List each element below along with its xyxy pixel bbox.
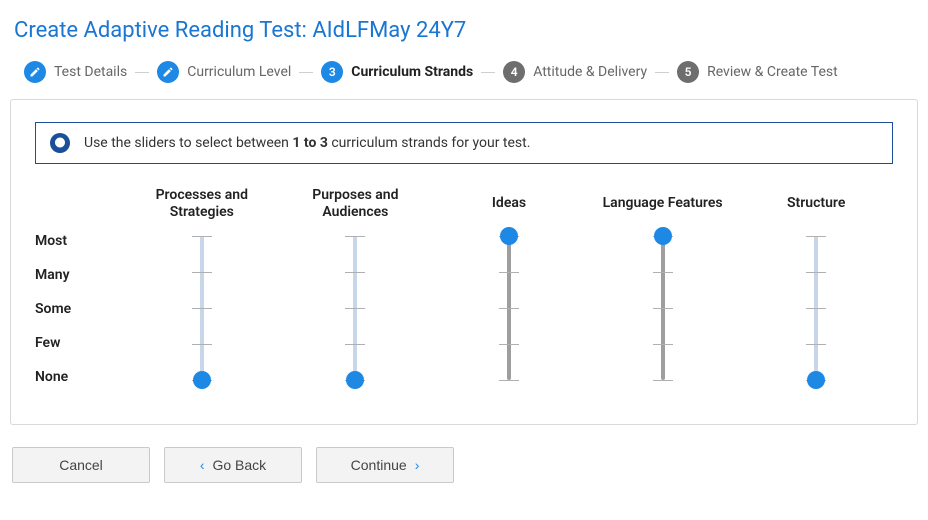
stepper: Test Details Curriculum Level 3 Curricul… bbox=[10, 61, 918, 99]
info-message: Use the sliders to select between 1 to 3… bbox=[35, 122, 893, 164]
slider-tick bbox=[345, 344, 365, 345]
pencil-icon bbox=[157, 61, 179, 83]
step-review-create[interactable]: 5 Review & Create Test bbox=[677, 61, 838, 83]
step-number-icon: 3 bbox=[321, 61, 343, 83]
step-label: Review & Create Test bbox=[707, 64, 838, 80]
action-bar: Cancel ‹ Go Back Continue › bbox=[10, 447, 918, 483]
info-suffix: curriculum strands for your test. bbox=[328, 135, 531, 151]
step-connector bbox=[655, 72, 669, 73]
step-curriculum-strands[interactable]: 3 Curriculum Strands bbox=[321, 61, 473, 83]
step-curriculum-level[interactable]: Curriculum Level bbox=[157, 61, 291, 83]
slider-tick bbox=[653, 344, 673, 345]
step-connector bbox=[299, 72, 313, 73]
step-label: Curriculum Strands bbox=[351, 64, 473, 80]
strand-column: Structure bbox=[739, 184, 893, 388]
strands-panel: Use the sliders to select between 1 to 3… bbox=[10, 99, 918, 425]
strand-label: Structure bbox=[781, 184, 851, 224]
slider-thumb[interactable] bbox=[654, 227, 672, 245]
pencil-icon bbox=[24, 61, 46, 83]
slider-tick bbox=[192, 272, 212, 273]
strand-column: Processes and Strategies bbox=[125, 184, 279, 388]
cancel-button[interactable]: Cancel bbox=[12, 447, 150, 483]
strand-slider[interactable] bbox=[739, 228, 893, 388]
scale-label-none: None bbox=[35, 369, 121, 385]
strand-slider[interactable] bbox=[432, 228, 586, 388]
strand-column: Language Features bbox=[586, 184, 740, 388]
slider-tick bbox=[499, 272, 519, 273]
strand-slider[interactable] bbox=[586, 228, 740, 388]
slider-tick bbox=[653, 308, 673, 309]
slider-tick bbox=[806, 344, 826, 345]
info-prefix: Use the sliders to select between bbox=[84, 135, 292, 151]
step-label: Curriculum Level bbox=[187, 64, 291, 80]
strand-label: Language Features bbox=[597, 184, 729, 224]
slider-tick bbox=[192, 344, 212, 345]
strand-label: Purposes and Audiences bbox=[279, 184, 433, 224]
slider-tick bbox=[345, 308, 365, 309]
slider-tick bbox=[806, 308, 826, 309]
info-bold: 1 to 3 bbox=[292, 135, 327, 151]
slider-tick bbox=[806, 236, 826, 237]
cancel-label: Cancel bbox=[59, 457, 103, 473]
slider-tick bbox=[653, 272, 673, 273]
chevron-right-icon: › bbox=[415, 457, 420, 473]
step-number-icon: 5 bbox=[677, 61, 699, 83]
strand-column: Purposes and Audiences bbox=[279, 184, 433, 388]
slider-tick bbox=[499, 380, 519, 381]
scale-label-some: Some bbox=[35, 301, 121, 317]
slider-tick bbox=[499, 344, 519, 345]
slider-thumb[interactable] bbox=[193, 371, 211, 389]
slider-tick bbox=[499, 308, 519, 309]
step-connector bbox=[135, 72, 149, 73]
scale-label-most: Most bbox=[35, 233, 121, 249]
slider-tick bbox=[192, 308, 212, 309]
slider-tick bbox=[345, 272, 365, 273]
strand-slider[interactable] bbox=[279, 228, 433, 388]
chevron-left-icon: ‹ bbox=[200, 457, 205, 473]
step-number-icon: 4 bbox=[503, 61, 525, 83]
slider-tick bbox=[345, 236, 365, 237]
slider-tick bbox=[192, 236, 212, 237]
slider-thumb[interactable] bbox=[807, 371, 825, 389]
slider-thumb[interactable] bbox=[346, 371, 364, 389]
continue-button[interactable]: Continue › bbox=[316, 447, 454, 483]
info-icon bbox=[50, 133, 70, 153]
go-back-label: Go Back bbox=[212, 457, 266, 473]
page-title: Create Adaptive Reading Test: AIdLFMay 2… bbox=[10, 12, 918, 61]
step-attitude-delivery[interactable]: 4 Attitude & Delivery bbox=[503, 61, 647, 83]
strand-label: Processes and Strategies bbox=[125, 184, 279, 224]
slider-tick bbox=[806, 272, 826, 273]
slider-thumb[interactable] bbox=[500, 227, 518, 245]
info-text: Use the sliders to select between 1 to 3… bbox=[84, 135, 530, 151]
scale-label-few: Few bbox=[35, 335, 121, 351]
step-connector bbox=[481, 72, 495, 73]
strand-label: Ideas bbox=[486, 184, 532, 224]
scale-axis: Most Many Some Few None bbox=[35, 184, 125, 394]
sliders-grid: Most Many Some Few None Processes and St… bbox=[35, 184, 893, 394]
step-test-details[interactable]: Test Details bbox=[24, 61, 127, 83]
continue-label: Continue bbox=[351, 457, 407, 473]
step-label: Test Details bbox=[54, 64, 127, 80]
slider-tick bbox=[653, 380, 673, 381]
strand-slider[interactable] bbox=[125, 228, 279, 388]
go-back-button[interactable]: ‹ Go Back bbox=[164, 447, 302, 483]
step-label: Attitude & Delivery bbox=[533, 64, 647, 80]
strand-column: Ideas bbox=[432, 184, 586, 388]
scale-label-many: Many bbox=[35, 267, 121, 283]
